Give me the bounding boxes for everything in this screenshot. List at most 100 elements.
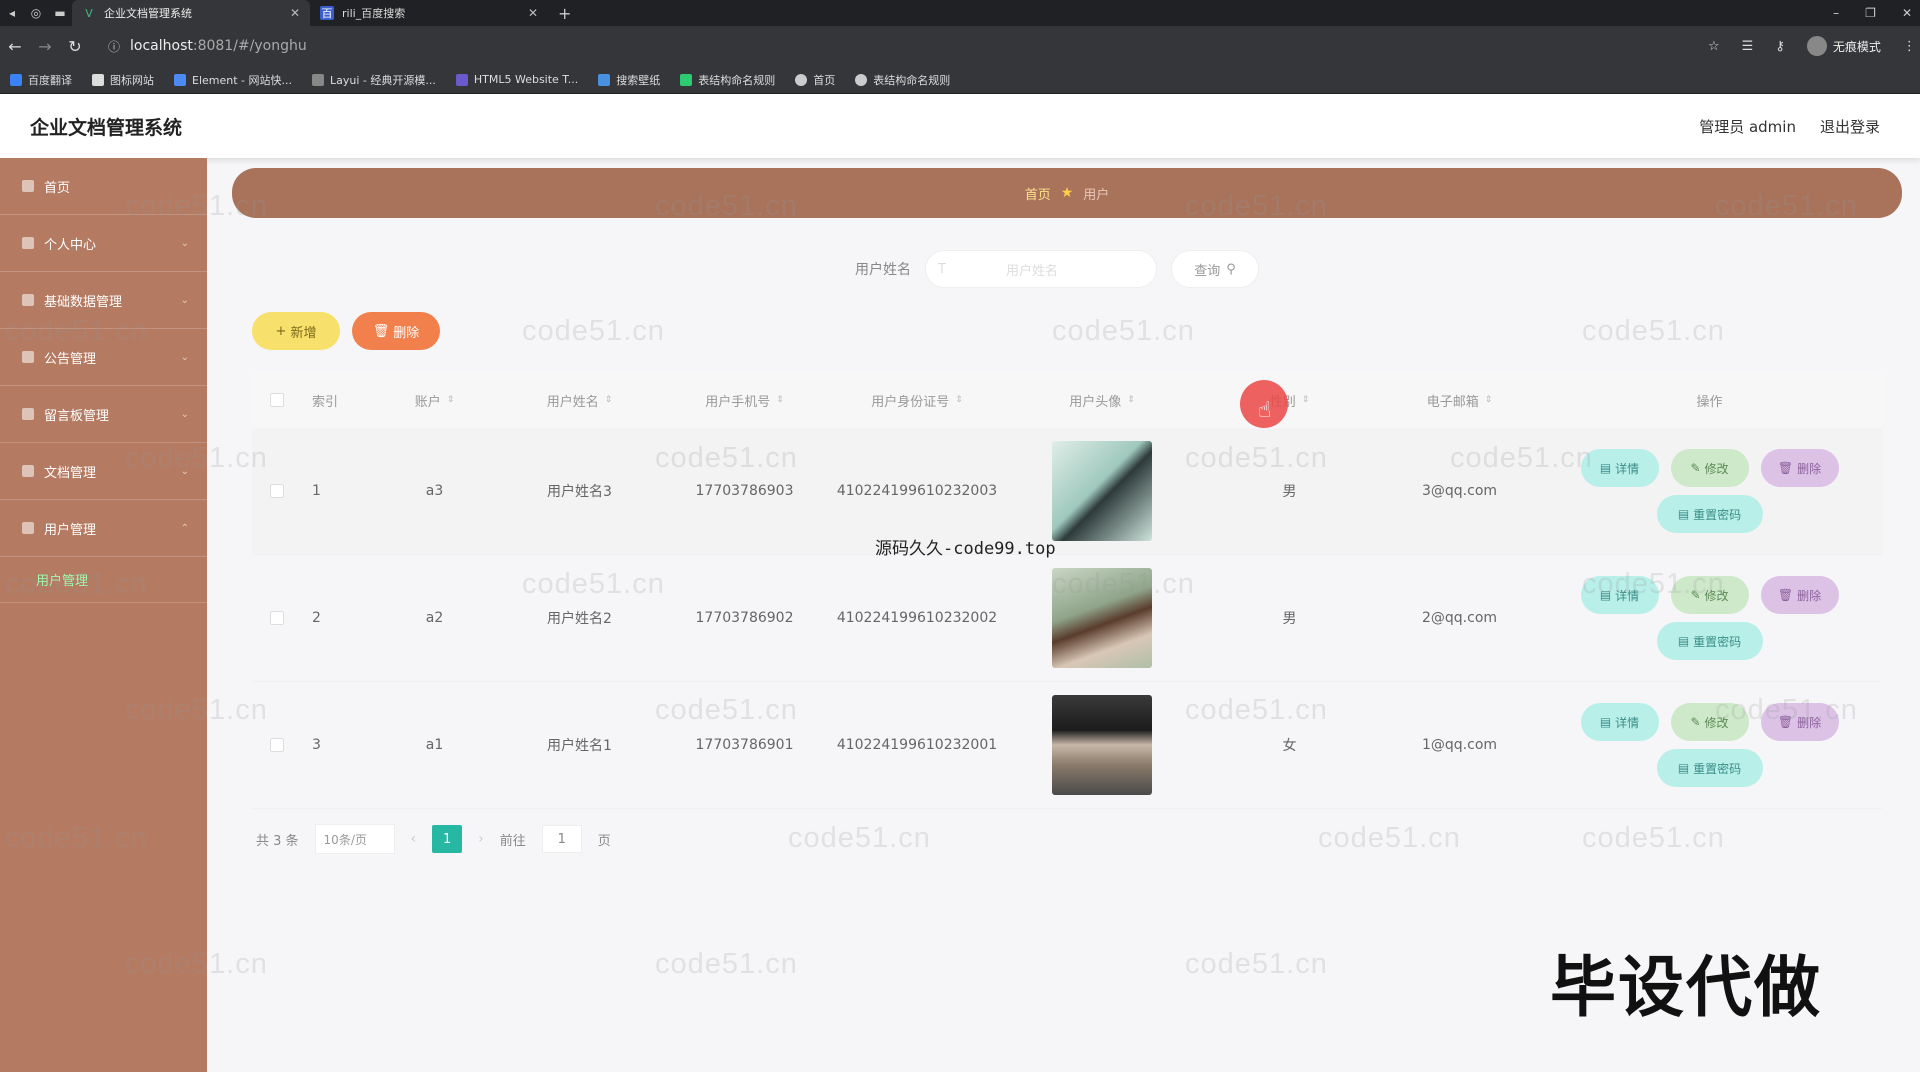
tab-baidu[interactable]: 百 rili_百度搜索 ✕ bbox=[310, 0, 548, 26]
sidebar-item-home[interactable]: 首页 bbox=[0, 158, 207, 215]
address-bar: ← → ↻ ⓘ localhost:8081/#/yonghu ☆ ☰ ⚷ 无痕… bbox=[0, 26, 1920, 66]
reading-list-icon[interactable]: ☰ bbox=[1742, 39, 1754, 54]
row-checkbox[interactable] bbox=[252, 484, 302, 498]
row-delete-button[interactable]: 🗑 删除 bbox=[1760, 703, 1839, 741]
cell-idcard: 410224199610232003 bbox=[836, 483, 998, 499]
search-input[interactable]: T 用户姓名 bbox=[925, 250, 1157, 288]
speaker-icon[interactable]: ◂ bbox=[0, 0, 24, 26]
restore-icon[interactable]: ❐ bbox=[1865, 6, 1876, 20]
bookmark[interactable]: 表结构命名规则 bbox=[680, 72, 775, 88]
menu-icon[interactable]: ⋮ bbox=[1903, 39, 1916, 54]
forward-icon[interactable]: → bbox=[30, 37, 60, 56]
reset-password-button[interactable]: ▤ 重置密码 bbox=[1656, 622, 1763, 660]
search-button-label: 查询 bbox=[1194, 263, 1221, 279]
tab-app[interactable]: V 企业文档管理系统 ✕ bbox=[72, 0, 310, 26]
sidebar-item-label: 留言板管理 bbox=[44, 408, 110, 424]
info-icon[interactable]: ⓘ bbox=[108, 38, 120, 55]
close-window-icon[interactable]: ✕ bbox=[1902, 6, 1912, 20]
globe-icon bbox=[855, 73, 868, 86]
edit-button[interactable]: ✎ 修改 bbox=[1670, 449, 1749, 487]
trash-icon: 🗑 bbox=[1777, 588, 1794, 602]
chevron-up-icon: ⌃ bbox=[180, 522, 189, 534]
reset-password-button[interactable]: ▤ 重置密码 bbox=[1656, 749, 1763, 787]
add-button-label: 新增 bbox=[290, 325, 317, 341]
cell-index: 3 bbox=[312, 737, 321, 753]
reload-icon[interactable]: ↻ bbox=[60, 37, 90, 56]
window-icon[interactable]: ▬ bbox=[48, 0, 72, 26]
edit-button[interactable]: ✎ 修改 bbox=[1670, 703, 1749, 741]
star-icon[interactable]: ☆ bbox=[1708, 39, 1720, 54]
cell-account: a3 bbox=[425, 483, 444, 499]
prev-page-icon[interactable]: ‹ bbox=[411, 831, 417, 847]
new-tab-button[interactable]: + bbox=[548, 4, 581, 23]
sort-icon: ⇕ bbox=[1301, 395, 1310, 405]
header-idcard[interactable]: 用户身份证号 ⇕ bbox=[827, 391, 1007, 410]
page-jump-input[interactable]: 1 bbox=[541, 825, 582, 853]
url-input[interactable]: ⓘ localhost:8081/#/yonghu bbox=[98, 32, 1688, 60]
reset-password-button[interactable]: ▤ 重置密码 bbox=[1656, 495, 1763, 533]
detail-button[interactable]: ▤ 详情 bbox=[1580, 576, 1659, 614]
home-icon bbox=[22, 180, 34, 192]
header-sex[interactable]: 性别⇕ bbox=[1197, 391, 1382, 410]
chevron-down-icon: ⌄ bbox=[180, 351, 189, 363]
close-icon[interactable]: ✕ bbox=[528, 6, 538, 20]
delete-button[interactable]: 🗑 删除 bbox=[352, 312, 440, 350]
bookmark[interactable]: 图标网站 bbox=[92, 72, 154, 88]
header-account[interactable]: 账户 ⇕ bbox=[372, 391, 497, 410]
header-name[interactable]: 用户姓名 ⇕ bbox=[497, 391, 662, 410]
back-icon[interactable]: ← bbox=[0, 37, 30, 56]
sidebar-item-document[interactable]: 文档管理 ⌄ bbox=[0, 443, 207, 500]
header-email[interactable]: 电子邮箱 ⇕ bbox=[1382, 391, 1537, 410]
detail-button[interactable]: ▤ 详情 bbox=[1580, 449, 1659, 487]
delete-label: 删除 bbox=[1797, 715, 1822, 730]
incognito-badge[interactable]: 无痕模式 bbox=[1806, 36, 1881, 56]
logout-link[interactable]: 退出登录 bbox=[1820, 116, 1880, 137]
watermark-text: code51.cn bbox=[655, 948, 798, 980]
sidebar-item-basic-data[interactable]: 基础数据管理 ⌄ bbox=[0, 272, 207, 329]
bookmark[interactable]: Layui - 经典开源模... bbox=[312, 72, 436, 88]
breadcrumb-home[interactable]: 首页 bbox=[1025, 184, 1051, 203]
header-label: 用户姓名 bbox=[546, 394, 599, 410]
sidebar-item-notice[interactable]: 公告管理 ⌄ bbox=[0, 329, 207, 386]
row-delete-button[interactable]: 🗑 删除 bbox=[1760, 449, 1839, 487]
document-icon: ▤ bbox=[1599, 715, 1612, 729]
bookmark[interactable]: Element - 网站快... bbox=[174, 72, 292, 88]
select-all-checkbox[interactable] bbox=[252, 393, 302, 407]
cell-avatar bbox=[1007, 568, 1197, 668]
avatar[interactable] bbox=[1052, 695, 1152, 795]
avatar[interactable] bbox=[1052, 441, 1152, 541]
bookmark[interactable]: 百度翻译 bbox=[10, 72, 72, 88]
bookmark[interactable]: 首页 bbox=[795, 72, 835, 88]
key-icon[interactable]: ⚷ bbox=[1775, 39, 1785, 54]
page-size-select[interactable]: 10条/页 bbox=[314, 824, 395, 854]
sidebar-item-message[interactable]: 留言板管理 ⌄ bbox=[0, 386, 207, 443]
search-button[interactable]: 查询 ⚲ bbox=[1171, 250, 1259, 288]
row-checkbox[interactable] bbox=[252, 611, 302, 625]
watermark-text: code51.cn bbox=[788, 822, 931, 854]
header-user-area: 管理员 admin 退出登录 bbox=[1699, 116, 1880, 137]
cell-account: a1 bbox=[425, 737, 444, 753]
sidebar-item-users[interactable]: 用户管理 ⌃ bbox=[0, 500, 207, 557]
next-page-icon[interactable]: › bbox=[478, 831, 484, 847]
minimize-icon[interactable]: – bbox=[1833, 6, 1839, 20]
bookmark[interactable]: 搜索壁纸 bbox=[598, 72, 660, 88]
row-delete-button[interactable]: 🗑 删除 bbox=[1760, 576, 1839, 614]
sidebar-item-profile[interactable]: 个人中心 ⌄ bbox=[0, 215, 207, 272]
edit-button[interactable]: ✎ 修改 bbox=[1670, 576, 1749, 614]
header-avatar[interactable]: 用户头像 ⇕ bbox=[1007, 391, 1197, 410]
sidebar-subitem-user-manage[interactable]: 用户管理 bbox=[0, 557, 207, 603]
cell-avatar bbox=[1007, 695, 1197, 795]
detail-button[interactable]: ▤ 详情 bbox=[1580, 703, 1659, 741]
header-phone[interactable]: 用户手机号 ⇕ bbox=[662, 391, 827, 410]
detail-label: 详情 bbox=[1615, 461, 1640, 476]
bookmark[interactable]: 表结构命名规则 bbox=[855, 72, 950, 88]
user-table: 索引 账户 ⇕ 用户姓名 ⇕ 用户手机号 ⇕ 用户身份证号 ⇕ 用户头像 ⇕ 性别⇕ 电子… bbox=[252, 372, 1882, 809]
html5-icon bbox=[455, 73, 468, 86]
bookmark[interactable]: HTML5 Website T... bbox=[455, 73, 578, 86]
close-icon[interactable]: ✕ bbox=[290, 6, 300, 20]
add-button[interactable]: + 新增 bbox=[252, 312, 340, 350]
page-number-current[interactable]: 1 bbox=[432, 825, 463, 853]
browser-icon[interactable]: ◎ bbox=[24, 0, 48, 26]
row-checkbox[interactable] bbox=[252, 738, 302, 752]
avatar[interactable] bbox=[1052, 568, 1152, 668]
